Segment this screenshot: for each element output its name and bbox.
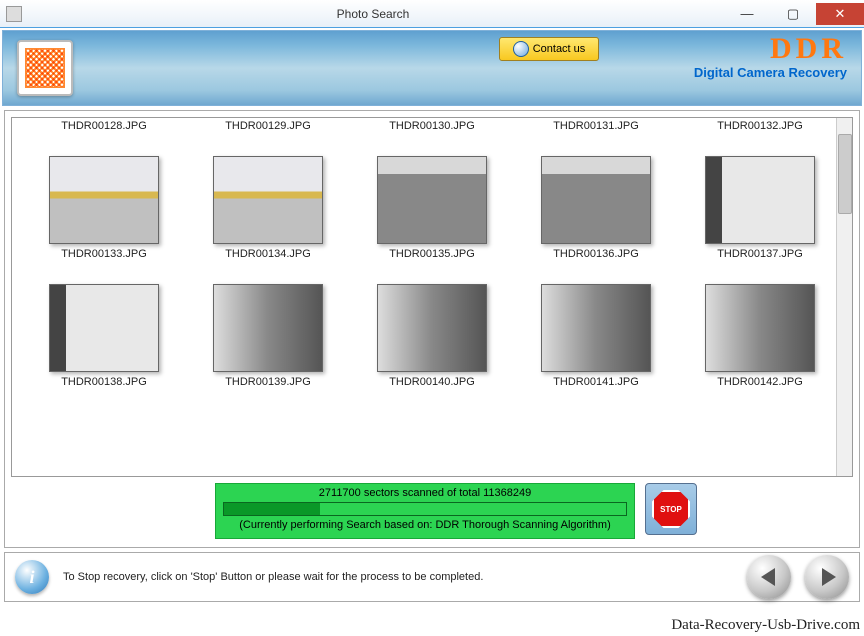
- thumbnail-item[interactable]: THDR00135.JPG: [350, 136, 514, 264]
- arrow-right-icon: [822, 568, 836, 586]
- thumbnail-item[interactable]: THDR00138.JPG: [22, 264, 186, 392]
- thumbnail-icon: [377, 284, 487, 372]
- thumb-label: THDR00142.JPG: [678, 376, 842, 392]
- footer-hint: To Stop recovery, click on 'Stop' Button…: [63, 571, 733, 583]
- scrollbar[interactable]: [836, 118, 852, 476]
- progress-fill: [224, 503, 320, 515]
- thumbnail-icon: [377, 156, 487, 244]
- logo-icon: [25, 48, 65, 88]
- maximize-button[interactable]: ▢: [770, 3, 816, 25]
- thumb-label: THDR00140.JPG: [350, 376, 514, 392]
- back-button[interactable]: [747, 555, 791, 599]
- brand-subtitle: Digital Camera Recovery: [694, 65, 847, 80]
- arrow-left-icon: [761, 568, 775, 586]
- scroll-thumb[interactable]: [838, 134, 852, 214]
- next-button[interactable]: [805, 555, 849, 599]
- stop-button[interactable]: STOP: [645, 483, 697, 535]
- thumb-label: THDR00136.JPG: [514, 248, 678, 264]
- thumb-label: THDR00128.JPG: [22, 120, 186, 136]
- thumbnail-icon: [213, 156, 323, 244]
- thumbnail-item[interactable]: THDR00136.JPG: [514, 136, 678, 264]
- thumbnails-pane: THDR00128.JPG THDR00129.JPG THDR00130.JP…: [11, 117, 853, 477]
- stop-icon: STOP: [652, 490, 690, 528]
- thumb-label: THDR00131.JPG: [514, 120, 678, 136]
- contact-us-label: Contact us: [533, 43, 586, 55]
- window-title: Photo Search: [22, 7, 724, 21]
- thumb-label: THDR00141.JPG: [514, 376, 678, 392]
- brand-block: DDR Digital Camera Recovery: [694, 35, 847, 80]
- close-button[interactable]: ✕: [816, 3, 864, 25]
- thumb-label: THDR00130.JPG: [350, 120, 514, 136]
- titlebar: Photo Search — ▢ ✕: [0, 0, 864, 28]
- thumbnail-item[interactable]: THDR00137.JPG: [678, 136, 842, 264]
- logo-box: [17, 40, 73, 96]
- thumb-label: THDR00138.JPG: [22, 376, 186, 392]
- thumbnail-item[interactable]: THDR00140.JPG: [350, 264, 514, 392]
- minimize-button[interactable]: —: [724, 3, 770, 25]
- progress-sectors-text: 2711700 sectors scanned of total 1136824…: [222, 487, 628, 499]
- progress-algorithm-text: (Currently performing Search based on: D…: [222, 519, 628, 531]
- progress-panel: 2711700 sectors scanned of total 1136824…: [215, 483, 635, 539]
- thumb-label: THDR00134.JPG: [186, 248, 350, 264]
- footer-bar: i To Stop recovery, click on 'Stop' Butt…: [4, 552, 860, 602]
- brand-logo-text: DDR: [694, 35, 847, 63]
- app-icon: [6, 6, 22, 22]
- thumb-label: THDR00132.JPG: [678, 120, 842, 136]
- contact-us-button[interactable]: Contact us: [499, 37, 599, 61]
- thumbnail-item[interactable]: THDR00133.JPG: [22, 136, 186, 264]
- thumbnail-icon: [541, 156, 651, 244]
- watermark: Data-Recovery-Usb-Drive.com: [671, 617, 860, 634]
- thumb-label: THDR00139.JPG: [186, 376, 350, 392]
- progress-bar: [223, 502, 627, 516]
- thumbnail-item[interactable]: THDR00134.JPG: [186, 136, 350, 264]
- thumb-label: THDR00133.JPG: [22, 248, 186, 264]
- thumb-label: THDR00135.JPG: [350, 248, 514, 264]
- stop-label: STOP: [660, 505, 682, 514]
- thumbnail-item[interactable]: THDR00139.JPG: [186, 264, 350, 392]
- avatar-icon: [513, 41, 529, 57]
- content-panel: THDR00128.JPG THDR00129.JPG THDR00130.JP…: [4, 110, 860, 548]
- info-icon: i: [15, 560, 49, 594]
- thumbnail-icon: [705, 156, 815, 244]
- header-banner: Contact us DDR Digital Camera Recovery: [2, 30, 862, 106]
- thumbnail-icon: [49, 284, 159, 372]
- thumbnail-icon: [541, 284, 651, 372]
- thumbnail-icon: [49, 156, 159, 244]
- thumbnail-item[interactable]: THDR00142.JPG: [678, 264, 842, 392]
- thumb-label: THDR00129.JPG: [186, 120, 350, 136]
- thumbnail-item[interactable]: THDR00141.JPG: [514, 264, 678, 392]
- thumb-label: THDR00137.JPG: [678, 248, 842, 264]
- thumbnail-icon: [213, 284, 323, 372]
- thumbnail-icon: [705, 284, 815, 372]
